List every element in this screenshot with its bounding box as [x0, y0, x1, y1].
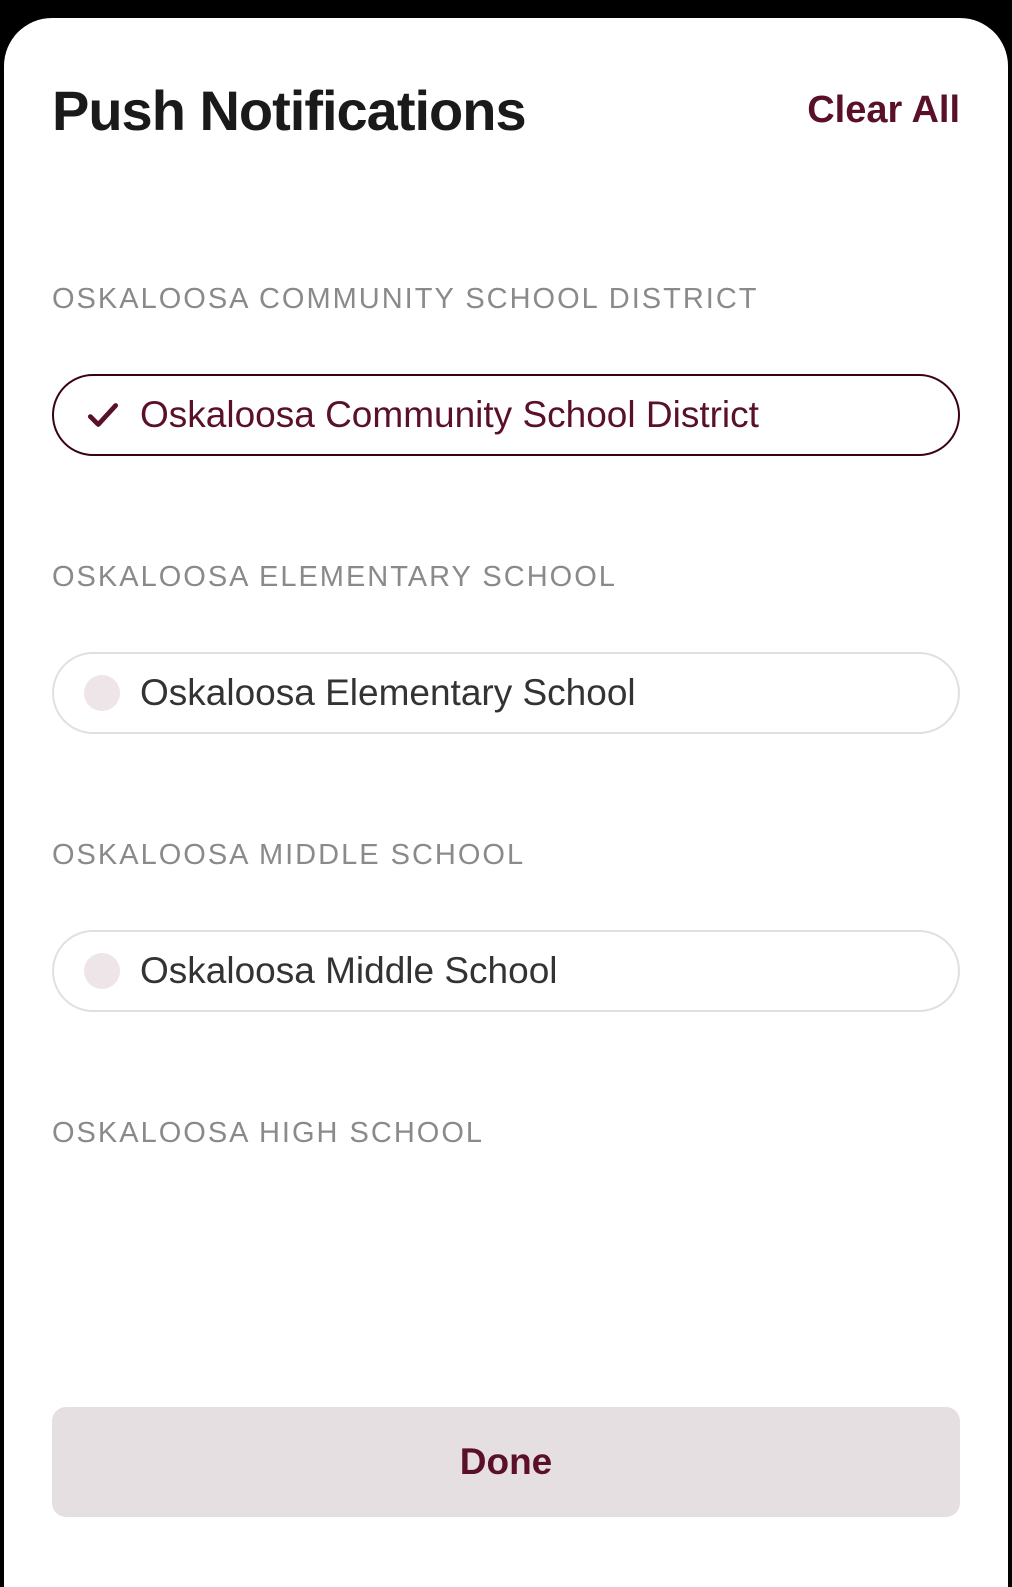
section-high: OSKALOOSA HIGH SCHOOL [52, 1117, 960, 1150]
section-header: OSKALOOSA HIGH SCHOOL [52, 1117, 960, 1150]
page-title: Push Notifications [52, 78, 526, 143]
section-middle: OSKALOOSA MIDDLE SCHOOL Oskaloosa Middle… [52, 839, 960, 1012]
push-notifications-modal: Push Notifications Clear All OSKALOOSA C… [4, 18, 1008, 1587]
scroll-fade [52, 1197, 960, 1377]
option-label: Oskaloosa Elementary School [140, 672, 636, 714]
option-district[interactable]: Oskaloosa Community School District [52, 374, 960, 456]
section-elementary: OSKALOOSA ELEMENTARY SCHOOL Oskaloosa El… [52, 561, 960, 734]
modal-header: Push Notifications Clear All [52, 78, 960, 143]
unselected-icon [84, 953, 120, 989]
option-label: Oskaloosa Middle School [140, 950, 558, 992]
unselected-icon [84, 675, 120, 711]
options-list: OSKALOOSA COMMUNITY SCHOOL DISTRICT Oska… [52, 283, 960, 1377]
section-header: OSKALOOSA MIDDLE SCHOOL [52, 839, 960, 872]
option-middle[interactable]: Oskaloosa Middle School [52, 930, 960, 1012]
section-district: OSKALOOSA COMMUNITY SCHOOL DISTRICT Oska… [52, 283, 960, 456]
clear-all-button[interactable]: Clear All [807, 89, 960, 132]
section-header: OSKALOOSA COMMUNITY SCHOOL DISTRICT [52, 283, 960, 316]
option-label: Oskaloosa Community School District [140, 394, 759, 436]
modal-footer: Done [52, 1377, 960, 1587]
option-elementary[interactable]: Oskaloosa Elementary School [52, 652, 960, 734]
section-header: OSKALOOSA ELEMENTARY SCHOOL [52, 561, 960, 594]
check-icon [84, 396, 122, 434]
done-button[interactable]: Done [52, 1407, 960, 1517]
